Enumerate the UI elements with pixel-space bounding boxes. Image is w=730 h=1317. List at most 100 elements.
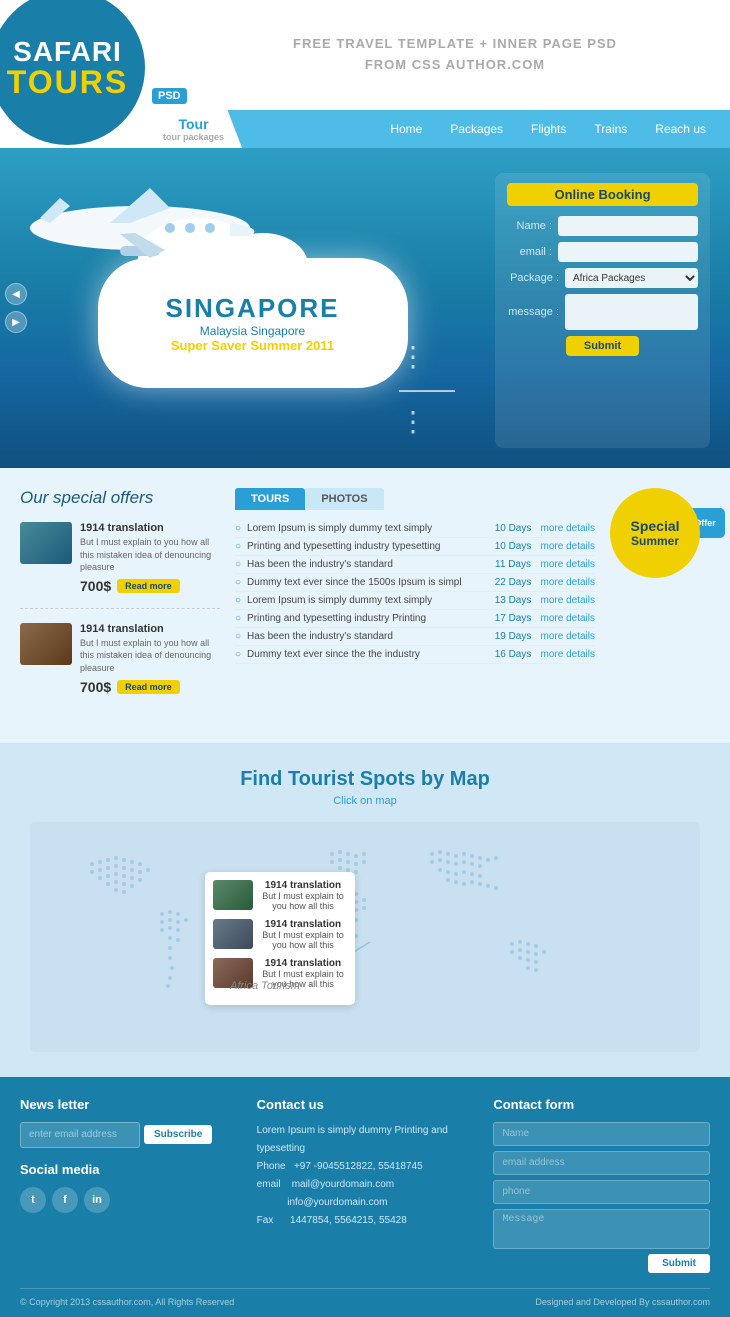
offer-name-2: 1914 translation xyxy=(80,623,220,635)
contact-message-input[interactable] xyxy=(493,1209,710,1249)
offer-desc-2: But I must explain to you how all this m… xyxy=(80,637,220,675)
offers-title: Our special offers xyxy=(20,488,220,508)
tour-more-0[interactable]: more details xyxy=(541,523,595,534)
subscribe-button[interactable]: Subscribe xyxy=(144,1125,212,1144)
tour-more-7[interactable]: more details xyxy=(541,649,595,660)
badge-summer: Summer xyxy=(631,534,679,548)
tab-photos[interactable]: PHOTOS xyxy=(305,488,383,510)
booking-name-label: Name : xyxy=(507,220,558,232)
contact-email-input[interactable] xyxy=(493,1151,710,1175)
map-item-desc-1: But I must explain to you how all this xyxy=(259,930,347,950)
newsletter-input[interactable] xyxy=(20,1122,140,1148)
footer-contact-title: Contact us xyxy=(257,1097,474,1112)
facebook-icon[interactable]: f xyxy=(52,1187,78,1213)
map-subtitle: Click on map xyxy=(30,795,700,807)
africa-label: Africa Tourism xyxy=(230,980,300,992)
offer-desc-1: But I must explain to you how all this m… xyxy=(80,536,220,574)
booking-email-input[interactable] xyxy=(558,242,698,262)
tour-more-5[interactable]: more details xyxy=(541,613,595,624)
nav-links: Home Packages Flights Trains Reach us xyxy=(242,110,730,148)
map-item-name-0: 1914 translation xyxy=(259,880,347,891)
contact-submit-button[interactable]: Submit xyxy=(648,1254,710,1273)
special-offer-badge: Special Summer Offer xyxy=(610,488,710,723)
map-item-1: 1914 translation But I must explain to y… xyxy=(213,919,347,950)
tour-name-2: Has been the industry's standard xyxy=(247,559,485,570)
hero-cloud: SINGAPORE Malaysia Singapore Super Saver… xyxy=(98,258,408,388)
booking-package-select[interactable]: Africa Packages xyxy=(565,268,698,288)
map-item-desc-0: But I must explain to you how all this xyxy=(259,891,347,911)
footer-form-col: Contact form Submit xyxy=(493,1097,710,1273)
footer-contact-col: Contact us Lorem Ipsum is simply dummy P… xyxy=(257,1097,474,1273)
map-item-img-1 xyxy=(213,919,253,949)
map-title: Find Tourist Spots by Map xyxy=(30,768,700,791)
tour-days-4: 13 Days xyxy=(486,595,541,606)
footer-cols: News letter Subscribe Social media t f i… xyxy=(20,1097,710,1273)
offer-img-1 xyxy=(20,522,72,564)
tour-bullet-2: ○ xyxy=(235,559,241,570)
offer-price-row-1: 700$ Read more xyxy=(80,578,220,594)
tour-bullet-0: ○ xyxy=(235,523,241,534)
map-item-text-0: 1914 translation But I must explain to y… xyxy=(259,880,347,911)
tour-more-2[interactable]: more details xyxy=(541,559,595,570)
booking-message-row: message : xyxy=(507,294,698,330)
nav-flights[interactable]: Flights xyxy=(517,110,580,148)
tour-more-1[interactable]: more details xyxy=(541,541,595,552)
offer-card-1: 1914 translation But I must explain to y… xyxy=(20,522,220,609)
contact-email: mail@yourdomain.com xyxy=(292,1179,394,1190)
plane-container xyxy=(0,178,270,273)
offers-left: Our special offers 1914 translation But … xyxy=(20,488,220,723)
twitter-icon[interactable]: t xyxy=(20,1187,46,1213)
map-container[interactable]: 1914 translation But I must explain to y… xyxy=(30,822,700,1052)
tour-bullet-1: ○ xyxy=(235,541,241,552)
offer-price-row-2: 700$ Read more xyxy=(80,679,220,695)
tour-more-6[interactable]: more details xyxy=(541,631,595,642)
tour-row-6: ○ Has been the industry's standard 19 Da… xyxy=(235,628,595,646)
hero-sub: Malaysia Singapore xyxy=(200,324,305,338)
tour-name-7: Dummy text ever since the the industry xyxy=(247,649,485,660)
copyright-text: © Copyright 2013 cssauthor.com, All Righ… xyxy=(20,1297,234,1307)
map-item-text-1: 1914 translation But I must explain to y… xyxy=(259,919,347,950)
newsletter-row: Subscribe xyxy=(20,1122,237,1148)
nav-trains[interactable]: Trains xyxy=(580,110,641,148)
tour-name-6: Has been the industry's standard xyxy=(247,631,485,642)
contact-name-input[interactable] xyxy=(493,1122,710,1146)
tour-days-5: 17 Days xyxy=(486,613,541,624)
footer-bottom: © Copyright 2013 cssauthor.com, All Righ… xyxy=(20,1288,710,1307)
booking-message-input[interactable] xyxy=(565,294,698,330)
contact-info: info@yourdomain.com xyxy=(287,1197,387,1208)
booking-message-label: message : xyxy=(507,306,565,318)
tour-row-5: ○ Printing and typesetting industry Prin… xyxy=(235,610,595,628)
nav-packages[interactable]: Packages xyxy=(436,110,517,148)
tours-list: ○ Lorem Ipsum is simply dummy text simpl… xyxy=(235,520,595,664)
contact-phone-input[interactable] xyxy=(493,1180,710,1204)
tours-tabs: TOURS PHOTOS xyxy=(235,488,595,510)
tour-bullet-3: ○ xyxy=(235,577,241,588)
booking-submit-button[interactable]: Submit xyxy=(566,336,639,356)
contact-fax: 1447854, 5564215, 55428 xyxy=(290,1215,407,1226)
tab-tours[interactable]: TOURS xyxy=(235,488,305,510)
nav-reach-us[interactable]: Reach us xyxy=(641,110,720,148)
booking-title: Online Booking xyxy=(507,183,698,206)
tour-more-3[interactable]: more details xyxy=(541,577,595,588)
offer-btn-2[interactable]: Read more xyxy=(117,680,180,694)
contact-email-label: email xyxy=(257,1179,289,1190)
header-tagline: FREE TRAVEL TEMPLATE + INNER PAGE PSDFRO… xyxy=(180,34,730,76)
nav-home[interactable]: Home xyxy=(376,110,436,148)
contact-fax-label: Fax xyxy=(257,1215,288,1226)
map-section: Find Tourist Spots by Map Click on map xyxy=(0,743,730,1077)
tour-days-3: 22 Days xyxy=(486,577,541,588)
booking-name-input[interactable] xyxy=(558,216,698,236)
nav-tab-tour[interactable]: Tour tour packages xyxy=(145,110,242,148)
offer-card-2: 1914 translation But I must explain to y… xyxy=(20,623,220,709)
tour-days-7: 16 Days xyxy=(486,649,541,660)
social-icons: t f in xyxy=(20,1187,237,1213)
footer: News letter Subscribe Social media t f i… xyxy=(0,1077,730,1317)
tour-row-0: ○ Lorem Ipsum is simply dummy text simpl… xyxy=(235,520,595,538)
footer-newsletter-title: News letter xyxy=(20,1097,237,1112)
tour-more-4[interactable]: more details xyxy=(541,595,595,606)
offer-name-1: 1914 translation xyxy=(80,522,220,534)
tour-days-2: 11 Days xyxy=(486,559,541,570)
linkedin-icon[interactable]: in xyxy=(84,1187,110,1213)
booking-email-row: email : xyxy=(507,242,698,262)
offer-btn-1[interactable]: Read more xyxy=(117,579,180,593)
